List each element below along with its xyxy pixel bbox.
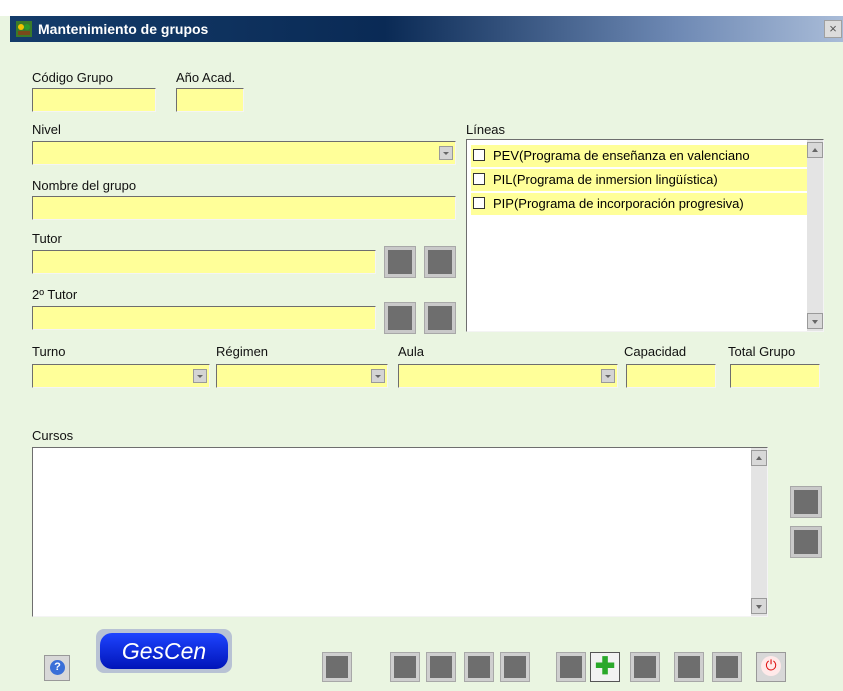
gescen-logo: GesCen [96, 629, 232, 673]
top-strip [0, 0, 843, 16]
app-icon [16, 21, 32, 37]
window: Mantenimiento de grupos × Código Grupo A… [0, 0, 843, 691]
label-total-grupo: Total Grupo [728, 344, 796, 359]
checkbox-pil[interactable] [473, 173, 485, 185]
help-icon[interactable] [44, 655, 70, 681]
lineas-item-pev[interactable]: PEV(Programa de enseñanza en valenciano [471, 145, 811, 167]
tutor-clear-button[interactable] [424, 246, 456, 278]
checkbox-pev[interactable] [473, 149, 485, 161]
next-record-button[interactable] [464, 652, 494, 682]
lineas-scrollbar[interactable] [807, 140, 823, 331]
aula-select[interactable] [398, 364, 618, 388]
tutor2-clear-button[interactable] [424, 302, 456, 334]
total-grupo-input[interactable] [730, 364, 820, 388]
lineas-item-label: PIL(Programa de inmersion lingüística) [493, 172, 718, 187]
toolbar-button-10[interactable] [712, 652, 742, 682]
lineas-item-label: PIP(Programa de incorporación progresiva… [493, 196, 744, 211]
label-ano-acad: Año Acad. [176, 70, 236, 85]
toolbar-button-6[interactable] [556, 652, 586, 682]
logo-text: GesCen [100, 633, 228, 669]
checkbox-pip[interactable] [473, 197, 485, 209]
previous-record-button[interactable] [426, 652, 456, 682]
form-body: Código Grupo Año Acad. Nivel Líneas PEV(… [10, 42, 843, 691]
cursos-remove-button[interactable] [790, 526, 822, 558]
scroll-down-icon[interactable] [807, 313, 823, 329]
lineas-item-pil[interactable]: PIL(Programa de inmersion lingüística) [471, 169, 811, 191]
lineas-item-pip[interactable]: PIP(Programa de incorporación progresiva… [471, 193, 811, 215]
scroll-down-icon[interactable] [751, 598, 767, 614]
lineas-item-label: PEV(Programa de enseñanza en valenciano [493, 148, 750, 163]
nombre-grupo-input[interactable] [32, 196, 456, 220]
scroll-up-icon[interactable] [807, 142, 823, 158]
cursos-list[interactable] [32, 447, 768, 617]
chevron-down-icon[interactable] [371, 369, 385, 383]
label-tutor2: 2º Tutor [32, 287, 78, 302]
codigo-grupo-input[interactable] [32, 88, 156, 112]
label-lineas: Líneas [466, 122, 506, 137]
chevron-down-icon[interactable] [193, 369, 207, 383]
label-nombre-grupo: Nombre del grupo [32, 178, 137, 193]
tutor-input[interactable] [32, 250, 376, 274]
turno-select[interactable] [32, 364, 210, 388]
window-title: Mantenimiento de grupos [38, 21, 209, 37]
label-turno: Turno [32, 344, 66, 359]
toolbar-button-8[interactable] [630, 652, 660, 682]
chevron-down-icon[interactable] [601, 369, 615, 383]
cursos-add-button[interactable] [790, 486, 822, 518]
chevron-down-icon[interactable] [439, 146, 453, 160]
title-bar: Mantenimiento de grupos × [10, 16, 843, 42]
label-cursos: Cursos [32, 428, 74, 443]
label-capacidad: Capacidad [624, 344, 687, 359]
capacidad-input[interactable] [626, 364, 716, 388]
add-record-button[interactable]: ✚ [590, 652, 620, 682]
regimen-select[interactable] [216, 364, 388, 388]
nivel-select[interactable] [32, 141, 456, 165]
last-record-button[interactable] [500, 652, 530, 682]
label-regimen: Régimen [216, 344, 269, 359]
cursos-scrollbar[interactable] [751, 448, 767, 616]
scroll-up-icon[interactable] [751, 450, 767, 466]
label-nivel: Nivel [32, 122, 61, 137]
ano-acad-input[interactable] [176, 88, 244, 112]
toolbar-button-1[interactable] [322, 652, 352, 682]
first-record-button[interactable] [390, 652, 420, 682]
tutor-search-button[interactable] [384, 246, 416, 278]
label-aula: Aula [398, 344, 425, 359]
tutor2-input[interactable] [32, 306, 376, 330]
lineas-list[interactable]: PEV(Programa de enseñanza en valenciano … [466, 139, 824, 332]
power-icon[interactable] [756, 652, 786, 682]
label-codigo-grupo: Código Grupo [32, 70, 113, 85]
close-button[interactable]: × [824, 20, 842, 38]
label-tutor: Tutor [32, 231, 62, 246]
toolbar-button-9[interactable] [674, 652, 704, 682]
tutor2-search-button[interactable] [384, 302, 416, 334]
